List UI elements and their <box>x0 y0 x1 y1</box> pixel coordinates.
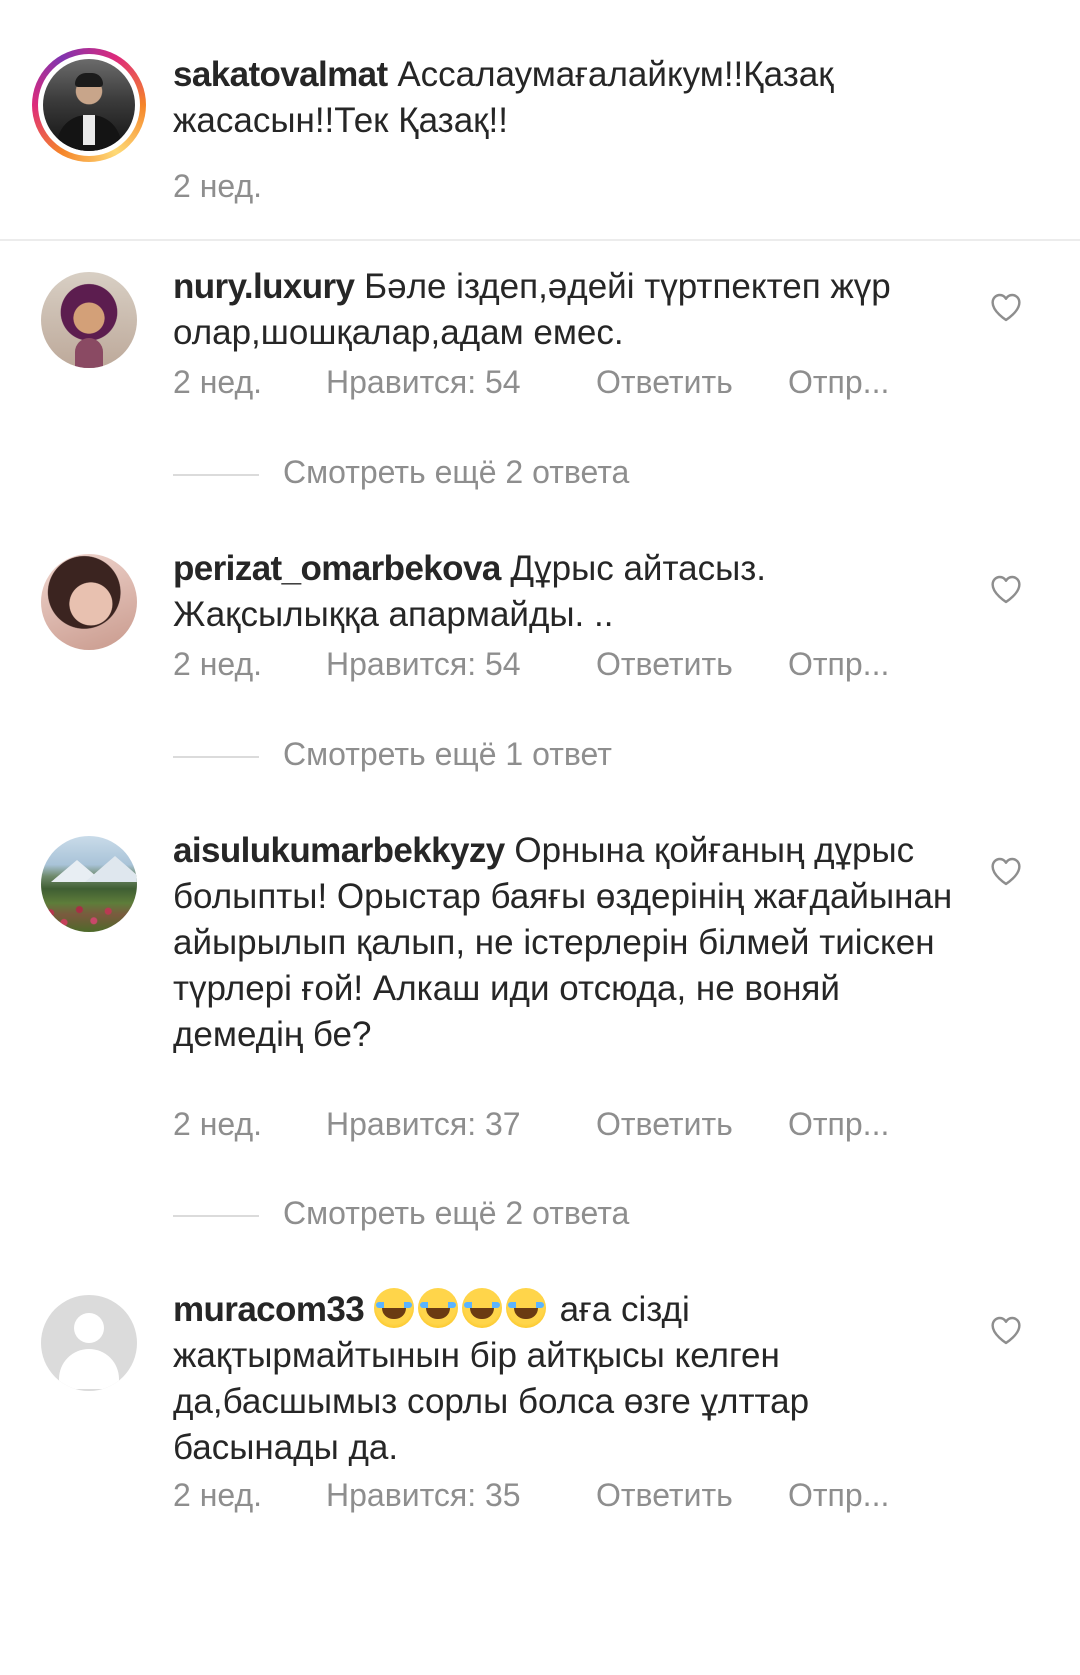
post-caption: sakatovalmat Ассалаумағалайкум!!Қазақ жа… <box>0 0 1080 240</box>
view-more-replies-label[interactable]: Смотреть ещё 2 ответа <box>283 1195 629 1231</box>
photo-detail <box>83 115 95 145</box>
avatar-detail <box>85 856 137 882</box>
comment-text-block: perizat_omarbekova Дұрыс айтасыз. Жақсыл… <box>173 546 953 638</box>
reply-button[interactable]: Ответить <box>596 1106 788 1143</box>
like-count-link[interactable]: Нравится: 54 <box>326 364 596 401</box>
caption-divider <box>0 239 1080 241</box>
view-more-replies[interactable]: Смотреть ещё 1 ответ <box>173 736 612 773</box>
comment-username[interactable]: muracom33 <box>173 1290 365 1329</box>
heart-outline-icon[interactable] <box>989 292 1023 322</box>
replies-line <box>173 1214 259 1217</box>
comment-time: 2 нед. <box>173 646 263 682</box>
comment-time: 2 нед. <box>173 1477 263 1513</box>
view-more-replies[interactable]: Смотреть ещё 2 ответа <box>173 1195 629 1232</box>
reply-button[interactable]: Ответить <box>596 1477 788 1514</box>
comment-actions: 2 нед. Нравится: 54 Ответить Отпр... <box>173 364 889 401</box>
avatar-detail <box>75 338 103 368</box>
avatar[interactable] <box>41 272 137 368</box>
like-count-link[interactable]: Нравится: 35 <box>326 1477 596 1514</box>
send-button[interactable]: Отпр... <box>788 1477 889 1514</box>
comment-time: 2 нед. <box>173 364 263 400</box>
avatar[interactable] <box>41 554 137 650</box>
avatar-detail <box>41 900 137 932</box>
comment-username[interactable]: nury.luxury <box>173 267 355 306</box>
caption-username[interactable]: sakatovalmat <box>173 55 388 94</box>
comment-time: 2 нед. <box>173 1106 263 1142</box>
face-with-tears-of-joy-icon <box>417 1288 458 1328</box>
avatar-detail <box>59 1349 119 1389</box>
replies-line <box>173 473 259 476</box>
profile-photo <box>43 59 135 151</box>
caption-time: 2 нед. <box>173 168 263 204</box>
comment-actions: 2 нед. Нравится: 35 Ответить Отпр... <box>173 1477 889 1514</box>
send-button[interactable]: Отпр... <box>788 1106 889 1143</box>
view-more-replies-label[interactable]: Смотреть ещё 1 ответ <box>283 736 612 772</box>
avatar-detail <box>74 1313 104 1343</box>
send-button[interactable]: Отпр... <box>788 364 889 401</box>
reply-button[interactable]: Ответить <box>596 364 788 401</box>
heart-outline-icon[interactable] <box>989 574 1023 604</box>
heart-outline-icon[interactable] <box>989 1315 1023 1345</box>
like-count-link[interactable]: Нравится: 54 <box>326 646 596 683</box>
caption-avatar[interactable] <box>32 48 146 162</box>
comment-actions: 2 нед. Нравится: 37 Ответить Отпр... <box>173 1106 889 1143</box>
like-count-link[interactable]: Нравится: 37 <box>326 1106 596 1143</box>
photo-detail <box>75 73 103 87</box>
view-more-replies-label[interactable]: Смотреть ещё 2 ответа <box>283 454 629 490</box>
heart-outline-icon[interactable] <box>989 856 1023 886</box>
comment-text-block: nury.luxury Бәле іздеп,әдейі түртпектеп … <box>173 264 953 356</box>
caption-text-block: sakatovalmat Ассалаумағалайкум!!Қазақ жа… <box>173 52 973 144</box>
comment-text-block: aisulukumarbekkyzy Орнына қойғаның дұрыс… <box>173 828 953 1058</box>
comment-username[interactable]: aisulukumarbekkyzy <box>173 831 505 870</box>
comment-actions: 2 нед. Нравится: 54 Ответить Отпр... <box>173 646 889 683</box>
avatar[interactable] <box>41 836 137 932</box>
comment-text-block: muracom33 аға сізді жақтырмайтынын бір а… <box>173 1287 953 1471</box>
face-with-tears-of-joy-icon <box>461 1288 502 1328</box>
face-with-tears-of-joy-icon <box>373 1288 414 1328</box>
laughing-emoji-icon <box>373 1288 560 1329</box>
send-button[interactable]: Отпр... <box>788 646 889 683</box>
comment-username[interactable]: perizat_omarbekova <box>173 549 501 588</box>
replies-line <box>173 755 259 758</box>
face-with-tears-of-joy-icon <box>505 1288 546 1328</box>
reply-button[interactable]: Ответить <box>596 646 788 683</box>
avatar[interactable] <box>41 1295 137 1391</box>
view-more-replies[interactable]: Смотреть ещё 2 ответа <box>173 454 629 491</box>
